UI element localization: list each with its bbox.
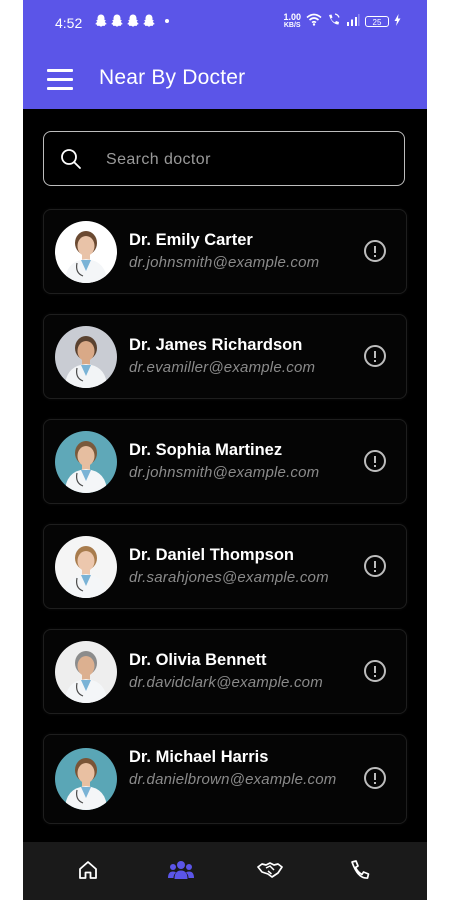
handshake-icon (257, 862, 283, 885)
group-icon (168, 861, 194, 885)
app-screen: 4:52 1.00 KB/S 25 Near By Docter Search … (23, 0, 427, 900)
doctor-list: Dr. Emily Carter dr.johnsmith@example.com… (43, 209, 407, 844)
doctor-avatar (55, 326, 117, 388)
doctor-email: dr.johnsmith@example.com (129, 464, 320, 481)
snapchat-icon (111, 14, 123, 27)
page-title: Near By Docter (99, 66, 246, 89)
search-input[interactable] (104, 146, 388, 174)
doctor-name: Dr. Michael Harris (129, 748, 269, 766)
nav-home-button[interactable] (77, 859, 103, 883)
menu-line (47, 69, 73, 72)
doctor-avatar (55, 431, 117, 493)
snapchat-icon (95, 14, 107, 27)
doctor-name: Dr. James Richardson (129, 336, 303, 354)
network-speed-unit: KB/S (283, 22, 301, 29)
doctor-email: dr.evamiller@example.com (129, 359, 316, 376)
battery-icon: 25 (365, 15, 389, 27)
doctor-card[interactable]: Dr. Olivia Bennett dr.davidclark@example.… (43, 629, 407, 714)
wifi-calling-icon (327, 13, 341, 29)
network-speed: 1.00 KB/S (283, 12, 301, 30)
info-icon[interactable] (364, 767, 386, 789)
hamburger-menu-icon[interactable] (47, 69, 73, 90)
wifi-icon (306, 13, 322, 29)
doctor-card[interactable]: Dr. Daniel Thompson dr.sarahjones@example… (43, 524, 407, 609)
snapchat-icon (143, 14, 155, 27)
menu-line (47, 87, 73, 90)
network-speed-value: 1.00 (283, 12, 301, 22)
doctor-name: Dr. Daniel Thompson (129, 546, 295, 564)
info-icon[interactable] (364, 240, 386, 262)
notification-icons (95, 14, 169, 27)
doctor-card[interactable]: Dr. Michael Harris dr.danielbrown@example… (43, 734, 407, 824)
doctor-card[interactable]: Dr. Emily Carter dr.johnsmith@example.com (43, 209, 407, 294)
snapchat-icon (127, 14, 139, 27)
search-icon (60, 148, 82, 175)
doctor-email: dr.sarahjones@example.com (129, 569, 329, 586)
doctor-avatar (55, 221, 117, 283)
info-icon[interactable] (364, 345, 386, 367)
doctor-avatar (55, 536, 117, 598)
doctor-email: dr.johnsmith@example.com (129, 254, 320, 271)
doctor-card[interactable]: Dr. James Richardson dr.evamiller@example… (43, 314, 407, 399)
home-icon (77, 861, 99, 885)
info-icon[interactable] (364, 555, 386, 577)
doctor-name: Dr. Sophia Martinez (129, 441, 283, 459)
menu-line (47, 78, 73, 81)
doctor-email: dr.davidclark@example.com (129, 674, 323, 691)
info-icon[interactable] (364, 450, 386, 472)
doctor-email: dr.danielbrown@example.com (129, 771, 337, 788)
status-time: 4:52 (55, 15, 83, 31)
doctor-card[interactable]: Dr. Sophia Martinez dr.johnsmith@example.… (43, 419, 407, 504)
phone-icon (349, 860, 371, 885)
search-bar[interactable] (43, 131, 405, 186)
nav-partners-button[interactable] (257, 859, 283, 883)
signal-icon (346, 13, 360, 29)
nav-call-button[interactable] (349, 859, 375, 883)
nav-doctors-button[interactable] (168, 859, 194, 883)
doctor-avatar (55, 641, 117, 703)
doctor-name: Dr. Emily Carter (129, 231, 253, 249)
doctor-name: Dr. Olivia Bennett (129, 651, 267, 669)
charging-bolt-icon (394, 13, 401, 29)
doctor-avatar (55, 748, 117, 810)
status-bar: 4:52 1.00 KB/S 25 (23, 0, 427, 46)
bottom-navigation (23, 842, 427, 900)
status-indicators: 1.00 KB/S 25 (283, 13, 401, 29)
info-icon[interactable] (364, 660, 386, 682)
more-notifications-dot-icon (165, 18, 169, 23)
app-bar: Near By Docter (23, 46, 427, 109)
